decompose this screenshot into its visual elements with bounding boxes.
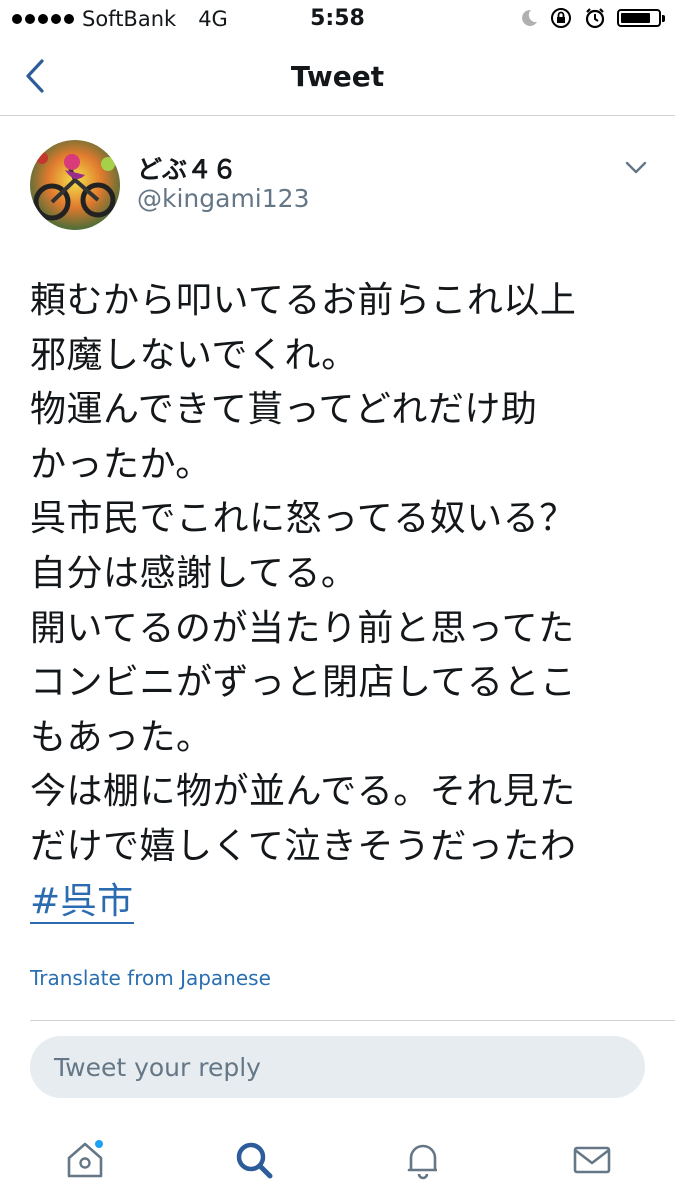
nav-bar: Tweet [0,38,675,116]
divider [30,1020,675,1021]
tweet-line: 自分は感謝してる。 [30,552,358,594]
home-icon [67,1140,103,1178]
tweet-line: もあった。 [30,716,213,758]
reply-input[interactable]: Tweet your reply [30,1036,645,1098]
battery-icon [617,9,665,27]
envelope-icon [573,1146,611,1174]
tweet-line: 呉市民でこれに怒ってる奴いる？ [30,498,576,540]
rotation-lock-icon [551,8,571,28]
status-right [519,6,665,30]
tweet-text: 頼むから叩いてるお前らこれ以上 邪魔しないでくれ。 物運んできて貰ってどれだけ助… [30,274,660,929]
tweet-line: コンビニがずっと閉店してるとこ [30,662,577,704]
tweet-author: どぶ４６ @kingami123 [30,140,650,230]
page-title: Tweet [290,60,385,93]
battery-level [621,13,650,23]
tweet-line: 今は棚に物が並んでる。それ見た [30,771,576,813]
moon-icon [522,9,537,26]
tweet-line: 邪魔しないでくれ。 [30,334,358,376]
search-icon [236,1142,273,1179]
translate-link[interactable]: Translate from Japanese [30,966,271,990]
hashtag-link[interactable]: #呉市 [30,880,134,924]
tab-home[interactable] [45,1120,125,1200]
bell-icon [407,1144,437,1180]
tweet-line: だけで嬉しくて泣きそうだったわ [30,825,577,867]
tweet-line: 物運んできて貰ってどれだけ助 [30,389,538,431]
display-name[interactable]: どぶ４６ [137,150,237,186]
reply-placeholder: Tweet your reply [54,1052,261,1082]
status-bar: SoftBank 4G 5:58 [0,0,675,38]
tab-messages[interactable] [552,1120,632,1200]
tweet-line: 頼むから叩いてるお前らこれ以上 [30,280,577,321]
alarm-icon [585,8,605,29]
tab-bar [0,1120,675,1200]
chevron-down-icon [625,161,647,174]
user-handle[interactable]: @kingami123 [137,184,309,213]
tab-notifications[interactable] [383,1120,463,1200]
tweet-line: 開いてるのが当たり前と思ってた [30,607,575,649]
avatar-image [30,140,120,230]
more-options-button[interactable] [624,158,648,178]
avatar[interactable] [30,140,120,230]
tab-search[interactable] [214,1120,294,1200]
tweet-line: かったか。 [30,443,212,485]
